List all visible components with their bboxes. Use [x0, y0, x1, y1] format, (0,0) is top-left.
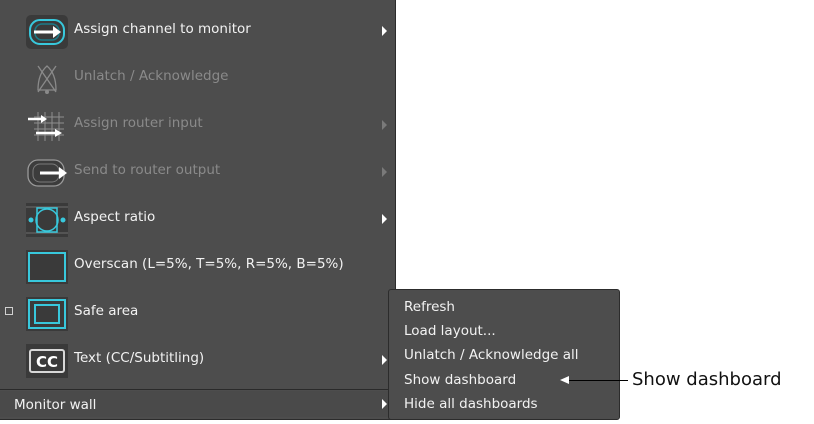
menu-item-label: Overscan (L=5%, T=5%, R=5%, B=5%): [74, 256, 344, 272]
context-menu: Assign channel to monitor Unlatch / Ackn…: [0, 0, 396, 420]
callout-label: Show dashboard: [632, 369, 782, 390]
menu-item-label: Safe area: [74, 303, 139, 319]
menu-item-label: Assign channel to monitor: [74, 21, 251, 37]
menu-item-monitor-wall[interactable]: Monitor wall: [0, 391, 396, 417]
router-output-icon: [26, 156, 68, 190]
menu-item-label: Assign router input: [74, 115, 203, 131]
svg-text:CC: CC: [36, 353, 58, 371]
safe-area-icon: [26, 297, 68, 331]
menu-item-assign-channel[interactable]: Assign channel to monitor: [0, 8, 396, 54]
submenu-item-hide-dashboards[interactable]: Hide all dashboards: [404, 396, 538, 412]
submenu-arrow-icon: [382, 214, 387, 224]
menu-item-aspect-ratio[interactable]: Aspect ratio: [0, 196, 396, 242]
menu-item-label: Text (CC/Subtitling): [74, 350, 205, 366]
menu-item-label: Unlatch / Acknowledge: [74, 68, 229, 84]
menu-item-safe-area[interactable]: Safe area: [0, 290, 396, 336]
monitor-wall-submenu: Refresh Load layout... Unlatch / Acknowl…: [388, 289, 620, 420]
menu-separator: [0, 389, 396, 390]
submenu-item-show-dashboard[interactable]: Show dashboard: [404, 372, 516, 388]
menu-item-assign-router-input[interactable]: Assign router input: [0, 102, 396, 148]
submenu-item-load-layout[interactable]: Load layout...: [404, 323, 496, 339]
submenu-arrow-icon: [382, 120, 387, 130]
cc-icon: CC: [26, 344, 68, 378]
menu-item-unlatch-acknowledge[interactable]: Unlatch / Acknowledge: [0, 55, 396, 101]
submenu-item-refresh[interactable]: Refresh: [404, 299, 455, 315]
menu-item-label: Aspect ratio: [74, 209, 156, 225]
router-input-icon: [26, 109, 68, 143]
menu-item-label: Send to router output: [74, 162, 221, 178]
menu-item-overscan[interactable]: Overscan (L=5%, T=5%, R=5%, B=5%): [0, 243, 396, 289]
submenu-arrow-icon: [382, 399, 387, 409]
callout-arrow-icon: [560, 376, 569, 384]
safe-area-checkbox[interactable]: [5, 307, 13, 315]
menu-item-send-router-output[interactable]: Send to router output: [0, 149, 396, 195]
assign-channel-icon: [26, 15, 68, 49]
callout-line: [566, 380, 628, 381]
unlatch-icon: [26, 62, 68, 96]
aspect-ratio-icon: [26, 203, 68, 237]
submenu-arrow-icon: [382, 355, 387, 365]
submenu-arrow-icon: [382, 167, 387, 177]
submenu-arrow-icon: [382, 26, 387, 36]
menu-item-label: Monitor wall: [14, 397, 97, 413]
overscan-icon: [26, 250, 68, 284]
submenu-item-unlatch-all[interactable]: Unlatch / Acknowledge all: [404, 347, 579, 363]
menu-item-text-cc[interactable]: CC Text (CC/Subtitling): [0, 337, 396, 383]
